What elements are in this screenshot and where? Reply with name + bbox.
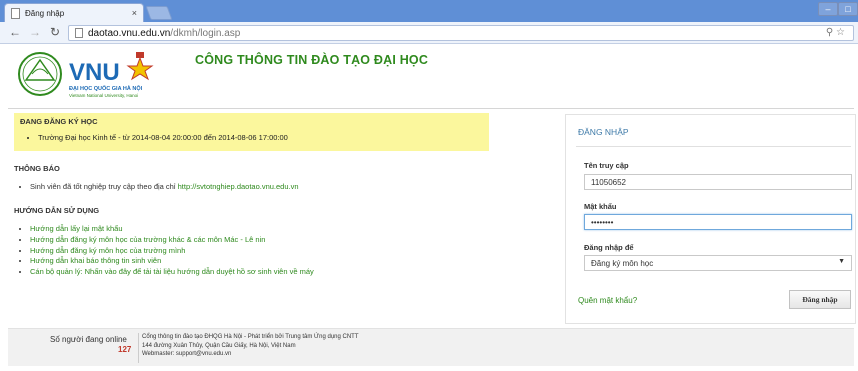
url-host: daotao.vnu.edu.vn xyxy=(88,27,171,39)
new-tab-button[interactable] xyxy=(145,6,173,20)
back-arrow-icon[interactable]: ← xyxy=(8,25,22,39)
footer-webmaster: Webmaster: support@vnu.edu.vn xyxy=(142,351,232,357)
guide-link-own-school[interactable]: Hướng dẫn đăng ký môn học của trường mìn… xyxy=(30,246,185,255)
tab-close-icon[interactable]: × xyxy=(132,8,137,18)
password-input[interactable] xyxy=(584,214,852,230)
forgot-password-link[interactable]: Quên mật khẩu? xyxy=(578,296,637,305)
announcements-title: THÔNG BÁO xyxy=(14,164,60,173)
tab-title: Đăng nhập xyxy=(25,8,65,18)
browser-toolbar: ← → ↻ daotao.vnu.edu.vn /dkmh/login.asp … xyxy=(0,22,858,44)
login-panel: ĐĂNG NHẬP Tên truy cập Mật khẩu Đăng nhậ… xyxy=(565,114,856,324)
username-input[interactable] xyxy=(584,174,852,190)
vnu-logo[interactable]: VNU ĐẠI HỌC QUỐC GIA HÀ NỘI Vietnam Nati… xyxy=(16,50,176,102)
guide-link-admin-docs[interactable]: Cán bộ quản lý: Nhấn vào đây để tải tài … xyxy=(30,267,314,276)
page-icon xyxy=(11,7,20,19)
url-path: /dkmh/login.asp xyxy=(170,27,241,39)
site-footer: Số người đang online 127 Cổng thông tin … xyxy=(8,328,854,366)
online-users-count: 127 xyxy=(118,345,132,354)
site-title: CÔNG THÔNG TIN ĐÀO TẠO ĐẠI HỌC xyxy=(195,53,429,67)
notice-title: ĐANG ĐĂNG KÝ HỌC xyxy=(20,117,98,126)
graduate-portal-link[interactable]: http://svtotnghiep.daotao.vnu.edu.vn xyxy=(178,182,299,191)
logo-subtitle-en: Vietnam National University, Hanoi xyxy=(69,93,138,98)
reload-icon[interactable]: ↻ xyxy=(48,25,62,39)
online-users-label: Số người đang online xyxy=(50,335,127,344)
login-button[interactable]: Đăng nhập xyxy=(789,290,851,309)
guide-link-reset-password[interactable]: Hướng dẫn lấy lại mật khẩu xyxy=(30,224,123,233)
announcement-text: Sinh viên đã tốt nghiệp truy cập theo đị… xyxy=(30,182,178,191)
browser-tab[interactable]: Đăng nhập × xyxy=(4,3,144,22)
guides-title: HƯỚNG DẪN SỬ DỤNG xyxy=(14,206,100,215)
divider xyxy=(576,146,851,147)
tab-strip: Đăng nhập × – □ xyxy=(0,0,858,22)
divider xyxy=(138,333,139,363)
svg-text:VNU: VNU xyxy=(69,59,120,86)
registration-notice: ĐANG ĐĂNG KÝ HỌC Trường Đại học Kinh tế … xyxy=(14,113,489,151)
minimize-icon[interactable]: – xyxy=(818,2,838,16)
footer-line: 144 đường Xuân Thủy, Quận Cầu Giấy, Hà N… xyxy=(142,342,296,349)
logo-subtitle: ĐẠI HỌC QUỐC GIA HÀ NỘI xyxy=(69,84,143,92)
guide-link-other-school[interactable]: Hướng dẫn đăng ký môn học của trường khá… xyxy=(30,235,265,244)
password-label: Mật khẩu xyxy=(584,202,617,211)
guide-link-student-info[interactable]: Hướng dẫn khai báo thông tin sinh viên xyxy=(30,256,161,265)
footer-info: Cổng thông tin đào tạo ĐHQG Hà Nội - Phá… xyxy=(142,333,359,359)
login-title: ĐĂNG NHẬP xyxy=(578,127,629,137)
maximize-icon[interactable]: □ xyxy=(838,2,858,16)
login-mode-select[interactable]: Đăng ký môn học ▼ xyxy=(584,255,852,271)
username-label: Tên truy cập xyxy=(584,161,629,170)
list-item: Sinh viên đã tốt nghiệp truy cập theo đị… xyxy=(30,182,299,193)
footer-line: Cổng thông tin đào tạo ĐHQG Hà Nội - Phá… xyxy=(142,334,359,340)
document-icon xyxy=(75,28,83,38)
forward-arrow-icon[interactable]: → xyxy=(28,25,42,39)
guides-list: Hướng dẫn lấy lại mật khẩu Hướng dẫn đăn… xyxy=(30,224,314,278)
address-bar[interactable]: daotao.vnu.edu.vn /dkmh/login.asp ⚲ ☆ xyxy=(68,25,854,41)
login-mode-value: Đăng ký môn học xyxy=(591,259,654,268)
announcements-list: Sinh viên đã tốt nghiệp truy cập theo đị… xyxy=(30,182,299,193)
notice-item: Trường Đại học Kinh tế - từ 2014-08-04 2… xyxy=(38,133,483,142)
dropdown-arrow-icon: ▼ xyxy=(838,258,845,265)
zoom-star-icons[interactable]: ⚲ ☆ xyxy=(826,27,845,38)
divider xyxy=(8,108,854,109)
login-mode-label: Đăng nhập để xyxy=(584,243,634,252)
